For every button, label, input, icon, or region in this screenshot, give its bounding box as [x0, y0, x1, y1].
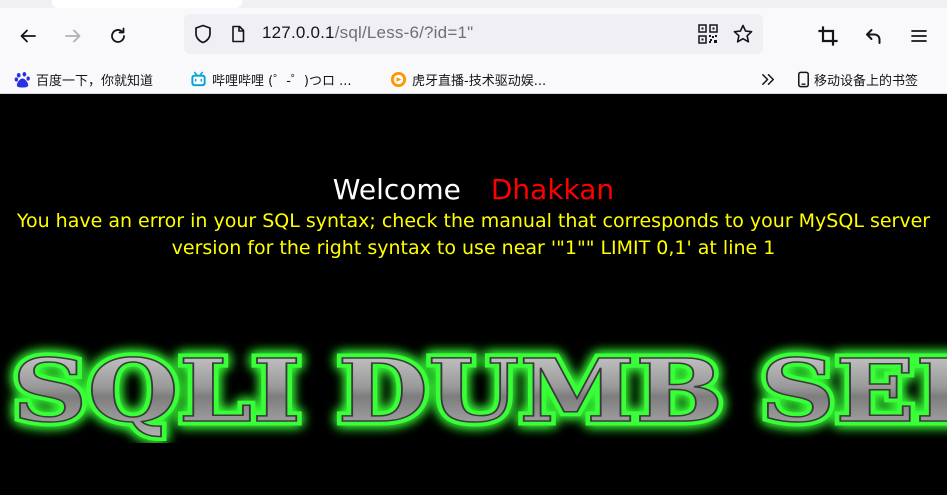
qr-code-icon[interactable]: [698, 24, 718, 44]
reload-icon: [111, 27, 125, 43]
bookmark-label: 虎牙直播-技术驱动娱...: [412, 73, 547, 89]
undo-arrow-icon: [866, 29, 881, 44]
forward-button[interactable]: [57, 20, 89, 52]
page-info-icon[interactable]: [228, 24, 248, 44]
baidu-paw-icon: [14, 71, 30, 88]
sqli-dumb-series-banner: SQLI DUMB SER SQLI DUMB SER: [0, 333, 947, 444]
screenshot-button[interactable]: [812, 20, 844, 52]
chevrons-right-icon: [762, 73, 774, 85]
bookmark-huya[interactable]: 虎牙直播-技术驱动娱...: [390, 67, 546, 91]
welcome-heading: Welcome Dhakkan: [0, 173, 947, 207]
bookmarks-toolbar: 百度一下，你就知道 哔哩哔哩 (゜-゜)つロ ... 虎牙直播-技术驱动娱...…: [0, 64, 947, 94]
forward-arrow-icon: [65, 29, 81, 43]
mobile-phone-icon: [798, 71, 809, 87]
screenshot-crop-icon: [818, 26, 838, 46]
bookmark-bilibili[interactable]: 哔哩哔哩 (゜-゜)つロ ...: [190, 67, 352, 91]
welcome-text: Welcome: [332, 173, 461, 206]
active-tab-edge[interactable]: [52, 0, 242, 8]
back-button[interactable]: [12, 20, 44, 52]
banner-logo: SQLI DUMB SER SQLI DUMB SER: [8, 337, 947, 444]
app-menu-button[interactable]: [903, 20, 935, 52]
undo-button[interactable]: [858, 20, 890, 52]
bookmark-star-icon[interactable]: [732, 23, 754, 45]
tab-strip: [0, 0, 947, 8]
url-text[interactable]: 127.0.0.1/sql/Less-6/?id=1": [262, 23, 473, 43]
tracking-shield-icon[interactable]: [192, 23, 214, 45]
reload-button[interactable]: [102, 20, 134, 52]
mobile-bookmarks-label: 移动设备上的书签: [814, 73, 919, 89]
bookmark-label: 百度一下，你就知道: [36, 73, 154, 89]
bookmarks-overflow-button[interactable]: [760, 67, 782, 91]
sql-error-line-1: You have an error in your SQL syntax; ch…: [16, 210, 931, 232]
bilibili-tv-icon: [191, 71, 206, 86]
back-arrow-icon: [20, 29, 36, 43]
mobile-bookmarks[interactable]: 移动设备上的书签: [795, 67, 918, 91]
user-name: Dhakkan: [490, 173, 615, 206]
bookmark-label: 哔哩哔哩 (゜-゜)つロ ...: [212, 73, 352, 89]
navigation-toolbar: 127.0.0.1/sql/Less-6/?id=1": [0, 8, 947, 64]
sql-error-line-2: version for the right syntax to use near…: [171, 237, 776, 259]
bookmark-baidu[interactable]: 百度一下，你就知道: [14, 67, 153, 91]
hamburger-menu-icon: [911, 30, 927, 42]
banner-metal-text: SQLI DUMB SER: [12, 341, 947, 442]
sql-error-message: You have an error in your SQL syntax; ch…: [0, 208, 947, 262]
page-content: Welcome Dhakkan You have an error in your…: [0, 95, 947, 495]
url-path: /sql/Less-6/?id=1": [334, 23, 474, 42]
address-bar[interactable]: 127.0.0.1/sql/Less-6/?id=1": [184, 14, 763, 54]
url-host: 127.0.0.1: [262, 23, 335, 42]
huya-icon: [390, 71, 407, 87]
